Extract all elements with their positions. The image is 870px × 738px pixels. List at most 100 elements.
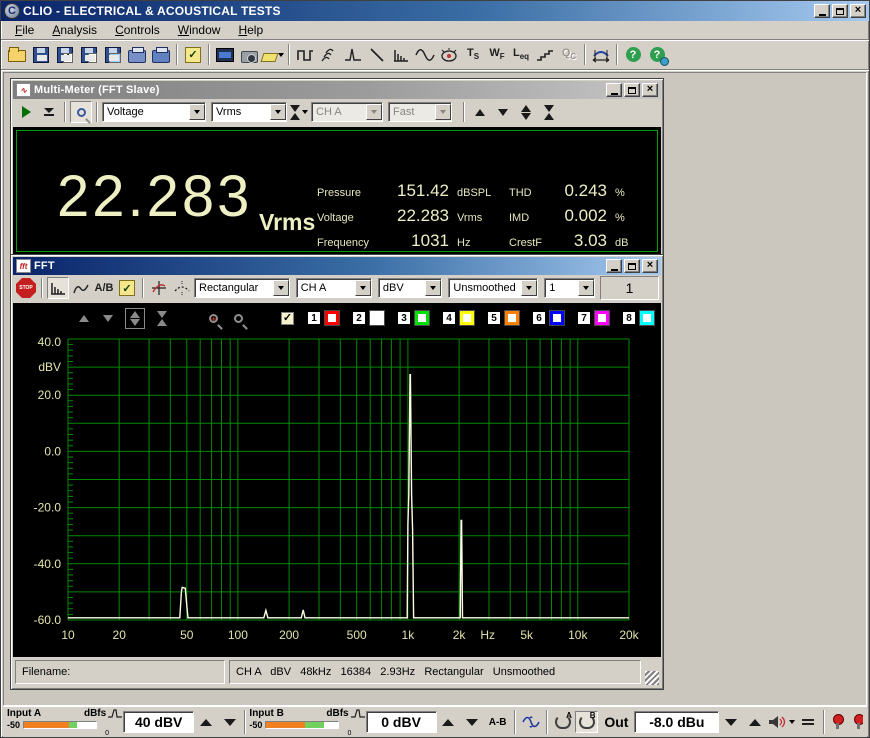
fft-close-button[interactable]: × bbox=[642, 259, 658, 273]
curve-slot-4-checkbox[interactable] bbox=[460, 311, 474, 325]
fft-curve-view-button[interactable] bbox=[70, 277, 92, 299]
decay-icon[interactable] bbox=[365, 43, 389, 67]
out-level-down-button[interactable] bbox=[719, 711, 743, 733]
curve-slot-3-checkbox[interactable] bbox=[415, 311, 429, 325]
steps-icon[interactable] bbox=[533, 43, 557, 67]
menu-help[interactable]: Help bbox=[230, 21, 271, 39]
ts-parameters-icon[interactable]: TS bbox=[461, 43, 485, 67]
svg-text:2k: 2k bbox=[453, 628, 467, 642]
loop-a-button[interactable]: A bbox=[551, 711, 575, 733]
print-preview-icon[interactable] bbox=[125, 43, 149, 67]
curve-slot-1-checkbox[interactable] bbox=[325, 311, 339, 325]
mm-start-button[interactable] bbox=[15, 101, 37, 123]
mm-collapse-button[interactable] bbox=[538, 101, 560, 123]
save-file-icon[interactable] bbox=[29, 43, 53, 67]
fft-bars-view-button[interactable] bbox=[47, 277, 69, 299]
curve-slot-2-checkbox[interactable] bbox=[370, 311, 384, 325]
mm-unit-select[interactable]: Vrms bbox=[211, 102, 287, 122]
mm-range-button[interactable] bbox=[288, 101, 310, 123]
fft-ab-compare-button[interactable]: A/B bbox=[93, 277, 115, 299]
mic-b-icon[interactable] bbox=[851, 711, 864, 733]
curve-slot-8-checkbox[interactable] bbox=[640, 311, 654, 325]
wf-icon[interactable]: WF bbox=[485, 43, 509, 67]
save-as-icon[interactable]: A bbox=[53, 43, 77, 67]
input-b-gain-down-button[interactable] bbox=[460, 711, 484, 733]
multimeter-display: 22.283 Vrms Pressure 151.42 dBSPL THD 0.… bbox=[13, 127, 661, 255]
menu-window[interactable]: Window bbox=[170, 21, 229, 39]
dc-output-icon[interactable] bbox=[796, 711, 820, 733]
input-a-gain-up-button[interactable] bbox=[194, 711, 218, 733]
multimeter-titlebar[interactable]: ∿ Multi-Meter (FFT Slave) × bbox=[13, 81, 661, 99]
mic-a-icon[interactable] bbox=[828, 711, 852, 733]
loop-b-button[interactable]: B bbox=[574, 711, 599, 733]
mm-close-button[interactable]: × bbox=[642, 83, 658, 97]
sinusoidal-icon[interactable] bbox=[413, 43, 437, 67]
open-file-icon[interactable] bbox=[5, 43, 29, 67]
mm-magnifier-toggle[interactable] bbox=[70, 101, 92, 123]
input-b-gain-up-button[interactable] bbox=[437, 711, 461, 733]
readout-label: THD bbox=[509, 187, 532, 199]
fft-analyzer-icon[interactable] bbox=[389, 43, 413, 67]
wow-flutter-icon[interactable] bbox=[437, 43, 461, 67]
minimize-button[interactable] bbox=[814, 4, 830, 18]
fft-averages-select[interactable]: 1 bbox=[544, 278, 596, 298]
generator-squarewave-icon[interactable] bbox=[293, 43, 317, 67]
main-curve-checkbox[interactable]: ✓ bbox=[281, 311, 294, 325]
fft-unit-select[interactable]: dBV bbox=[377, 278, 443, 298]
yscale-collapse-button[interactable] bbox=[157, 310, 167, 326]
waterfall-icon[interactable] bbox=[317, 43, 341, 67]
curve-slot-5-checkbox[interactable] bbox=[505, 311, 519, 325]
input-a-gain-down-button[interactable] bbox=[218, 711, 242, 733]
close-button[interactable]: × bbox=[850, 4, 866, 18]
yscale-down-button[interactable] bbox=[103, 314, 113, 322]
mm-minimize-button[interactable] bbox=[606, 83, 622, 97]
print-icon[interactable] bbox=[149, 43, 173, 67]
mm-compact-button[interactable] bbox=[38, 101, 60, 123]
mm-autoscale-button[interactable] bbox=[515, 101, 537, 123]
curve-slot-7-checkbox[interactable] bbox=[595, 311, 609, 325]
menu-analysis[interactable]: Analysis bbox=[44, 21, 105, 39]
readout-value: 22.283 bbox=[397, 206, 449, 225]
mm-scale-up-button[interactable] bbox=[469, 101, 491, 123]
fft-phase-button[interactable] bbox=[171, 277, 193, 299]
fft-minimize-button[interactable] bbox=[606, 259, 622, 273]
svg-text:20: 20 bbox=[113, 628, 127, 642]
yscale-expand-button[interactable] bbox=[125, 307, 145, 329]
fft-notes-button[interactable]: ✓ bbox=[116, 277, 138, 299]
yscale-up-button[interactable] bbox=[79, 314, 89, 322]
screenshot-camera-icon[interactable] bbox=[237, 43, 261, 67]
mm-scale-down-button[interactable] bbox=[492, 101, 514, 123]
mm-parameter-select[interactable]: Voltage bbox=[102, 102, 206, 122]
out-level-up-button[interactable] bbox=[743, 711, 767, 733]
autorange-wave-icon[interactable] bbox=[519, 711, 543, 733]
mls-impulse-icon[interactable] bbox=[341, 43, 365, 67]
export-graphics-icon[interactable]: ▲ bbox=[101, 43, 125, 67]
curve-slot-7-number: 7 bbox=[577, 311, 591, 325]
fft-maximize-button[interactable] bbox=[624, 259, 640, 273]
leq-icon[interactable]: Leq bbox=[509, 43, 533, 67]
fft-spectrum-plot[interactable]: 40.0 20.0 0.0 -20.0 -40.0 -60.0 dBV 10 20 50 100 20… bbox=[13, 333, 661, 655]
speaker-output-icon[interactable] bbox=[766, 711, 796, 733]
inout-range-icon[interactable] bbox=[589, 43, 613, 67]
menu-controls[interactable]: Controls bbox=[107, 21, 168, 39]
fft-window-select[interactable]: Rectangular bbox=[194, 278, 290, 298]
fft-channel-select[interactable]: CH A bbox=[295, 278, 372, 298]
zoom-in-icon[interactable]: + bbox=[209, 313, 218, 323]
fft-titlebar[interactable]: fft FFT × bbox=[13, 257, 661, 275]
options-notes-icon[interactable]: ✓ bbox=[181, 43, 205, 67]
curve-slot-6-checkbox[interactable] bbox=[550, 311, 564, 325]
movie-capture-icon[interactable] bbox=[213, 43, 237, 67]
help-about-icon[interactable]: ? bbox=[645, 43, 669, 67]
maximize-button[interactable] bbox=[832, 4, 848, 18]
fft-marker-button[interactable] bbox=[148, 277, 170, 299]
export-data-icon[interactable]: □ bbox=[77, 43, 101, 67]
mm-maximize-button[interactable] bbox=[624, 83, 640, 97]
help-icon[interactable]: ? bbox=[621, 43, 645, 67]
resize-grip[interactable] bbox=[645, 671, 659, 685]
eraser-icon[interactable] bbox=[260, 43, 285, 67]
stop-button[interactable]: STOP bbox=[15, 277, 37, 299]
fft-smoothing-select[interactable]: Unsmoothed bbox=[448, 278, 539, 298]
menu-file[interactable]: File bbox=[7, 21, 42, 39]
zoom-out-icon[interactable] bbox=[234, 313, 243, 323]
link-ab-button[interactable]: A-B bbox=[484, 711, 512, 733]
